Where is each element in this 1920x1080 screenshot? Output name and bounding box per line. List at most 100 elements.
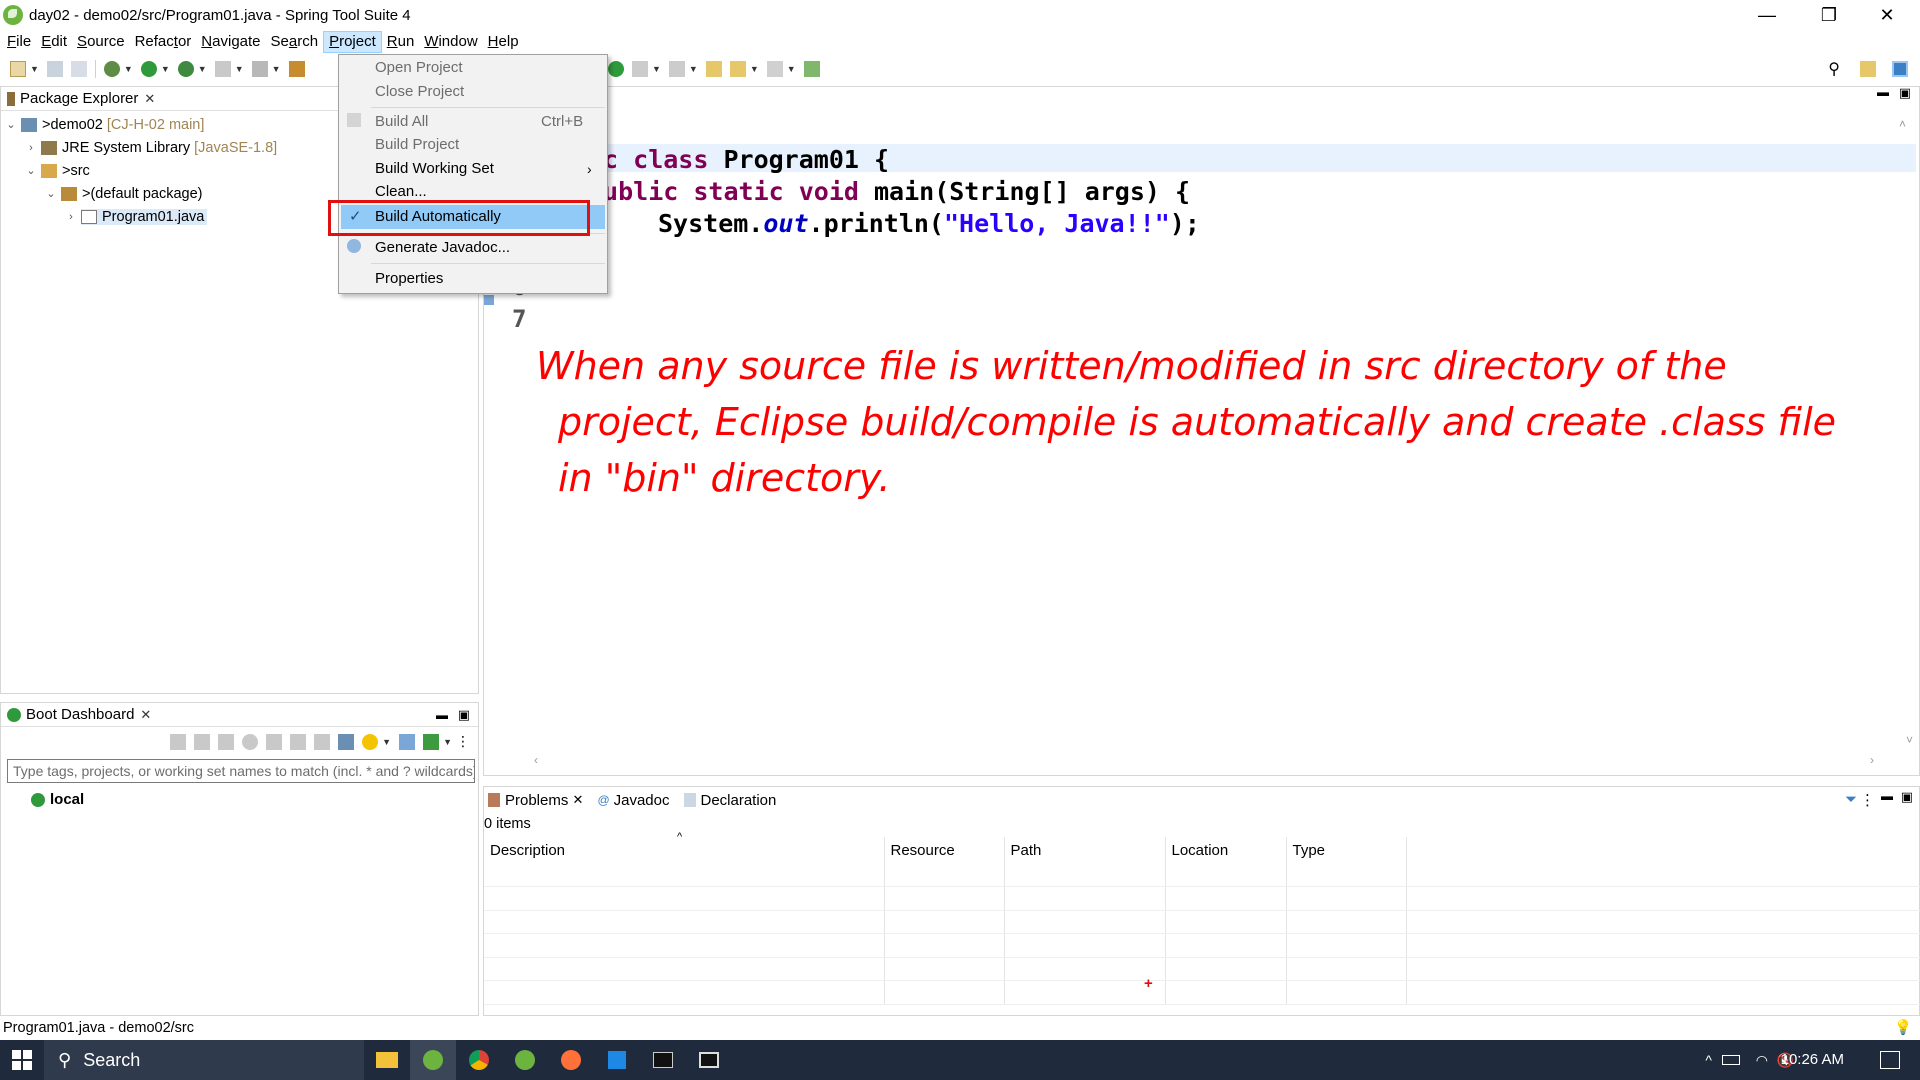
open-browser-icon[interactable]: [242, 733, 259, 750]
connect-icon[interactable]: [251, 61, 268, 77]
next-annotation-icon[interactable]: [632, 61, 648, 77]
menu-window[interactable]: Window: [419, 31, 482, 53]
menu-navigate[interactable]: Navigate: [196, 31, 265, 53]
chevron-right-icon[interactable]: ›: [25, 142, 37, 154]
column-location[interactable]: Location: [1165, 837, 1287, 863]
menu-help[interactable]: Help: [483, 31, 524, 53]
file-explorer-icon[interactable]: [364, 1040, 410, 1080]
spring-tool-suite-2-icon[interactable]: [502, 1040, 548, 1080]
wifi-icon[interactable]: ◠: [1756, 1052, 1768, 1069]
maximize-icon[interactable]: ▣: [1901, 789, 1913, 805]
save-all-icon[interactable]: [70, 61, 87, 77]
new-java-package-icon[interactable]: [288, 61, 305, 77]
menu-item-properties[interactable]: Properties: [375, 268, 443, 290]
windows-start-icon[interactable]: [0, 1040, 44, 1080]
maximize-icon[interactable]: ▣: [1899, 85, 1911, 101]
annotation-text: When any source file is written/modified…: [536, 338, 1876, 506]
menu-run[interactable]: Run: [382, 31, 420, 53]
column-path[interactable]: Path: [1004, 837, 1166, 863]
firefox-icon[interactable]: [548, 1040, 594, 1080]
vertical-scrollbar[interactable]: ˄ ˅: [1899, 117, 1913, 747]
chevron-down-icon[interactable]: ⌄: [45, 187, 57, 200]
taskbar-clock[interactable]: 10:26 AM: [1781, 1040, 1844, 1080]
minimize-icon[interactable]: ▬: [436, 708, 448, 722]
filter-icon[interactable]: [399, 733, 416, 750]
tab-declaration[interactable]: Declaration: [683, 792, 776, 809]
start-icon[interactable]: [170, 733, 187, 750]
battery-icon[interactable]: [1722, 1055, 1740, 1065]
edit-icon[interactable]: [314, 733, 331, 750]
menu-item-build-all[interactable]: Build All: [375, 111, 428, 133]
maximize-button[interactable]: ❐: [1800, 0, 1858, 30]
stop-icon[interactable]: [214, 61, 231, 77]
menu-refactor[interactable]: Refactor: [130, 31, 197, 53]
menu-source[interactable]: Source: [72, 31, 130, 53]
debug-icon[interactable]: [194, 733, 211, 750]
minimize-button[interactable]: —: [1738, 0, 1796, 30]
close-icon[interactable]: ✕: [144, 91, 155, 107]
minimize-icon[interactable]: ▬: [1881, 789, 1893, 803]
open-perspective-icon[interactable]: [1860, 61, 1876, 77]
previous-annotation-icon[interactable]: [668, 61, 685, 77]
column-resource[interactable]: Resource: [884, 837, 1005, 863]
last-edit-location-icon[interactable]: [705, 61, 722, 77]
vscode-icon[interactable]: [594, 1040, 640, 1080]
boot-dashboard-tab[interactable]: Boot Dashboard ✕ ▬ ▣: [1, 703, 478, 727]
forward-icon[interactable]: [766, 61, 783, 77]
menu-project[interactable]: Project: [323, 31, 382, 53]
close-icon[interactable]: ✕: [140, 707, 151, 723]
more-options-icon[interactable]: ⋮: [456, 733, 470, 750]
run-external-tool-icon[interactable]: [177, 61, 194, 77]
show-hidden-icons-icon[interactable]: ^: [1705, 1052, 1712, 1068]
column-description[interactable]: Description ^: [484, 831, 885, 863]
column-type[interactable]: Type: [1286, 837, 1407, 863]
tab-problems[interactable]: Problems ✕: [488, 792, 583, 809]
chevron-down-icon[interactable]: ⌄: [25, 164, 37, 177]
menu-item-close-project[interactable]: Close Project: [375, 81, 464, 103]
maximize-icon[interactable]: ▣: [458, 707, 470, 723]
terminal-icon[interactable]: [640, 1040, 686, 1080]
save-icon[interactable]: [46, 61, 63, 77]
tip-lightbulb-icon[interactable]: 💡: [1894, 1016, 1912, 1040]
console-icon[interactable]: [266, 733, 283, 750]
menu-item-open-project[interactable]: Open Project: [375, 57, 463, 79]
layout-icon[interactable]: [338, 733, 355, 750]
lightbulb-icon[interactable]: [362, 733, 379, 750]
tab-javadoc[interactable]: @ Javadoc: [597, 792, 669, 809]
local-target[interactable]: local: [31, 791, 84, 808]
add-icon[interactable]: [423, 733, 440, 750]
link-icon[interactable]: [290, 733, 307, 750]
menu-edit[interactable]: Edit: [36, 31, 72, 53]
spring-tool-suite-taskbar-icon[interactable]: [410, 1040, 456, 1080]
table-row: [484, 933, 1920, 958]
menu-file[interactable]: File: [2, 31, 36, 53]
task-app-icon[interactable]: [686, 1040, 732, 1080]
notifications-icon[interactable]: [1880, 1051, 1900, 1069]
more-options-icon[interactable]: ⋮: [1860, 791, 1875, 809]
menu-item-build-project[interactable]: Build Project: [375, 134, 459, 156]
stop-icon[interactable]: [218, 733, 235, 750]
search-icon[interactable]: ⚲: [1828, 59, 1840, 79]
menu-search[interactable]: Search: [266, 31, 324, 53]
close-button[interactable]: ✕: [1858, 0, 1916, 30]
build-all-shortcut: Ctrl+B: [541, 113, 584, 130]
back-icon[interactable]: [729, 61, 746, 77]
new-icon[interactable]: [10, 61, 26, 77]
package-icon: [61, 186, 77, 201]
pin-editor-icon[interactable]: [803, 61, 820, 77]
menu-item-generate-javadoc[interactable]: Generate Javadoc...: [375, 237, 510, 259]
horizontal-scrollbar[interactable]: ‹ ›: [534, 753, 1874, 769]
boot-filter-input[interactable]: Type tags, projects, or working set name…: [7, 759, 475, 783]
taskbar-search-box[interactable]: ⚲ Search: [44, 1040, 364, 1080]
java-perspective-icon[interactable]: [1892, 61, 1908, 77]
chevron-down-icon[interactable]: ⌄: [5, 118, 17, 131]
menu-item-build-working-set[interactable]: Build Working Set: [375, 158, 494, 180]
filter-icon[interactable]: ⏷: [1845, 791, 1857, 808]
run-icon[interactable]: [140, 61, 157, 77]
close-icon[interactable]: ✕: [573, 792, 584, 808]
spring-boot-icon[interactable]: [608, 61, 624, 77]
minimize-icon[interactable]: ▬: [1877, 85, 1889, 99]
chevron-right-icon[interactable]: ›: [65, 211, 77, 223]
chrome-icon[interactable]: [456, 1040, 502, 1080]
debug-icon[interactable]: [103, 61, 120, 77]
